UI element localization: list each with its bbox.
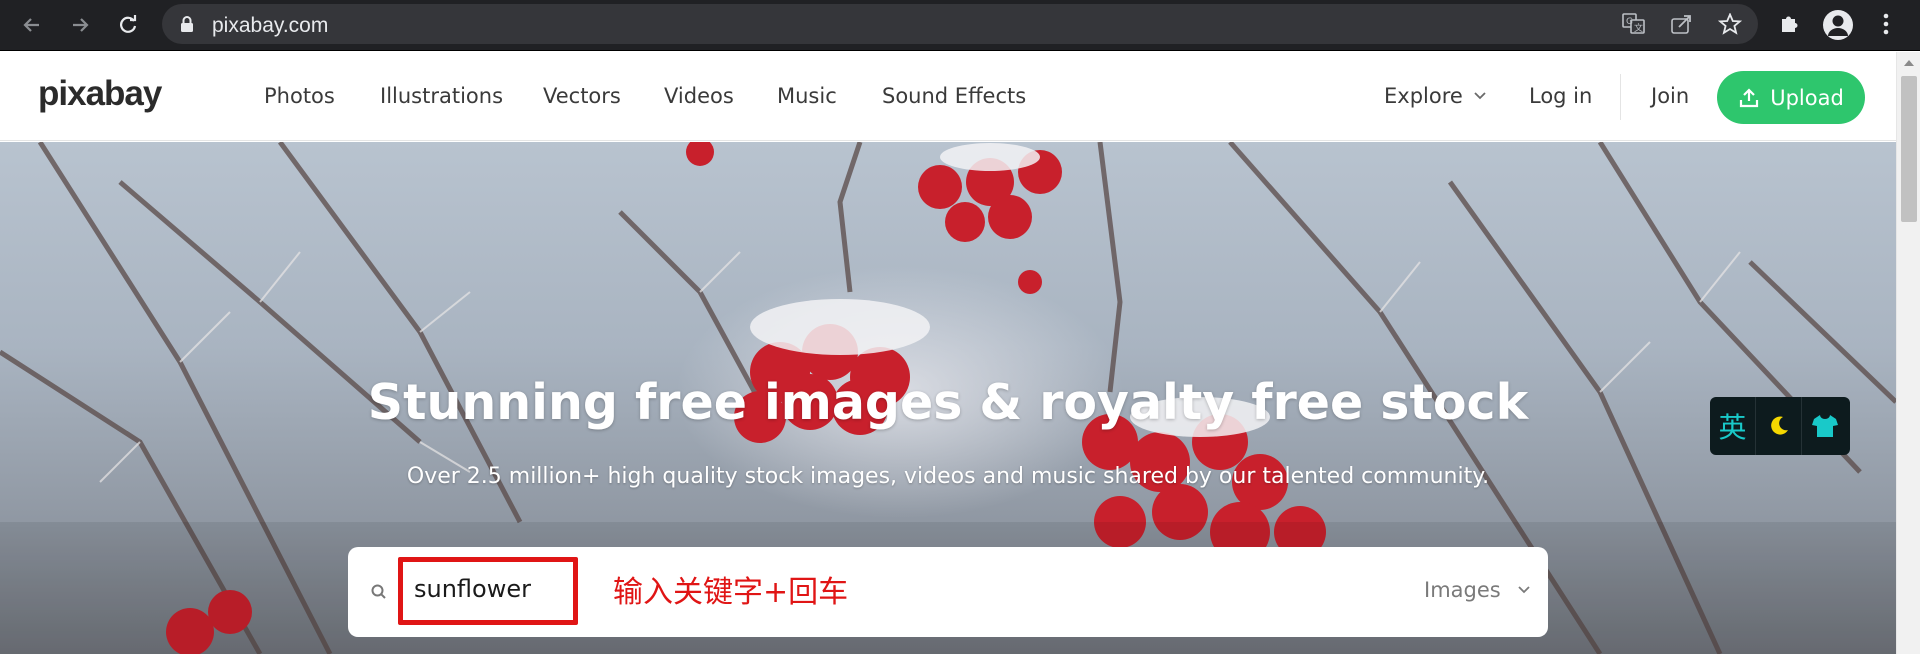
page-scrollbar[interactable] xyxy=(1896,52,1920,654)
upload-label: Upload xyxy=(1770,85,1844,110)
media-type-select[interactable]: Images xyxy=(1424,578,1531,602)
pixabay-logo[interactable]: pixabay xyxy=(38,74,162,114)
language-toggle[interactable]: 英 xyxy=(1710,397,1756,455)
kebab-menu-icon[interactable] xyxy=(1880,11,1892,37)
search-input[interactable] xyxy=(414,569,564,609)
hero-section: Stunning free images & royalty free stoc… xyxy=(0,142,1896,654)
hero-title: Stunning free images & royalty free stoc… xyxy=(367,374,1529,431)
lock-icon xyxy=(181,16,193,32)
moon-icon xyxy=(1770,416,1788,435)
profile-icon xyxy=(1828,15,1848,36)
login-link[interactable]: Log in xyxy=(1529,84,1592,108)
search-icon xyxy=(371,584,386,599)
profile-button[interactable] xyxy=(1823,10,1853,40)
upload-button[interactable]: Upload xyxy=(1717,71,1865,124)
chevron-down-icon xyxy=(1518,586,1530,594)
nav-music[interactable]: Music xyxy=(777,84,837,108)
chevron-down-icon xyxy=(1474,92,1486,100)
scrollbar-thumb[interactable] xyxy=(1901,76,1917,222)
reload-button[interactable] xyxy=(112,9,144,41)
tshirt-icon xyxy=(1812,415,1838,437)
star-icon[interactable] xyxy=(1718,13,1742,35)
floating-toolbar: 英 xyxy=(1710,397,1850,455)
media-type-label: Images xyxy=(1424,578,1501,602)
nav-videos[interactable]: Videos xyxy=(664,84,734,108)
language-label: 英 xyxy=(1718,411,1747,444)
translate-icon[interactable]: G 文 xyxy=(1622,13,1646,35)
nav-illustrations[interactable]: Illustrations xyxy=(380,84,503,108)
upload-icon xyxy=(1740,87,1759,107)
browser-toolbar: pixabay.com G 文 xyxy=(0,0,1920,51)
arrow-right-icon xyxy=(73,18,89,32)
hero-subtitle: Over 2.5 million+ high quality stock ima… xyxy=(406,464,1490,489)
back-button[interactable] xyxy=(16,9,48,41)
address-bar[interactable]: pixabay.com G 文 xyxy=(162,4,1758,44)
reload-icon xyxy=(120,15,137,33)
share-icon[interactable] xyxy=(1670,13,1694,35)
dark-mode-toggle[interactable] xyxy=(1756,397,1802,455)
join-link[interactable]: Join xyxy=(1651,84,1689,108)
header-divider xyxy=(1620,74,1621,120)
nav-vectors[interactable]: Vectors xyxy=(543,84,621,108)
puzzle-icon[interactable] xyxy=(1778,11,1802,35)
svg-text:文: 文 xyxy=(1634,22,1643,34)
annotation-text: 输入关键字+回车 xyxy=(613,575,849,610)
url-text: pixabay.com xyxy=(212,14,329,37)
forward-button[interactable] xyxy=(64,9,96,41)
explore-menu[interactable]: Explore xyxy=(1384,84,1487,108)
skin-toggle[interactable] xyxy=(1802,397,1848,455)
nav-sound-effects[interactable]: Sound Effects xyxy=(882,84,1026,108)
svg-text:G: G xyxy=(1626,17,1633,27)
explore-label: Explore xyxy=(1384,84,1463,108)
arrow-left-icon xyxy=(23,18,39,32)
scroll-up-arrow[interactable] xyxy=(1904,60,1914,66)
nav-photos[interactable]: Photos xyxy=(264,84,335,108)
search-bar[interactable]: 输入关键字+回车 Images xyxy=(348,547,1548,637)
site-header: pixabay Photos Illustrations Vectors Vid… xyxy=(0,52,1896,141)
